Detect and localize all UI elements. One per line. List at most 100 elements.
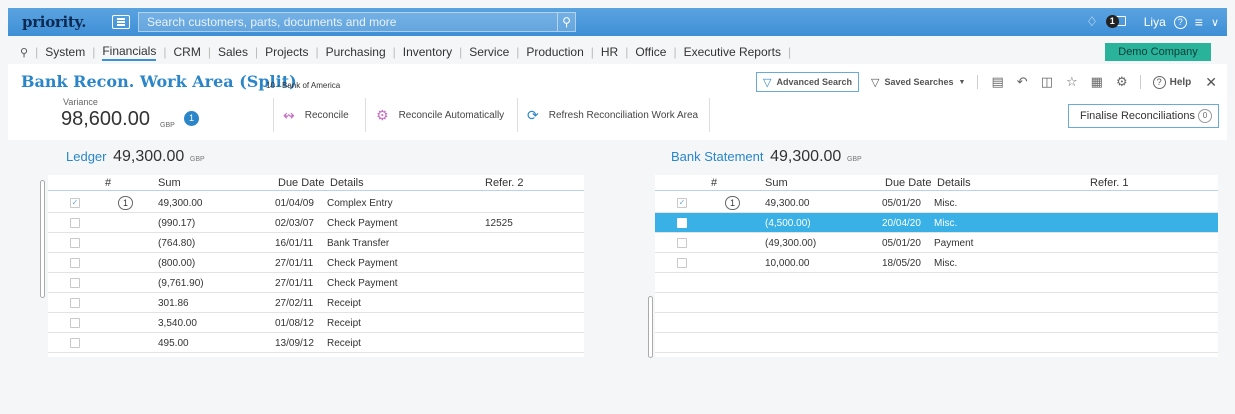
row-sum: (4,500.00) <box>765 218 811 229</box>
export-icon[interactable]: ▦ <box>1091 74 1103 90</box>
table-row[interactable]: (800.00) 27/01/11 Check Payment <box>48 253 584 273</box>
bell-icon[interactable]: ♢ <box>1086 14 1098 30</box>
row-sum: (800.00) <box>158 258 196 269</box>
table-row[interactable]: 3,540.00 01/08/12 Receipt <box>48 313 584 333</box>
saved-searches-button[interactable]: ▽ Saved Searches ▼ <box>871 76 965 89</box>
table-row[interactable]: 495.00 13/09/12 Receipt <box>48 333 584 353</box>
undo-icon[interactable]: ↶ <box>1017 74 1028 90</box>
reconcile-automatically-button[interactable]: ⚙ Reconcile Automatically <box>376 107 504 124</box>
contact-card-icon[interactable] <box>112 15 130 29</box>
table-row[interactable]: 301.86 27/02/11 Receipt <box>48 293 584 313</box>
bank-scrollbar[interactable] <box>648 296 653 358</box>
menu-item-financials[interactable]: Financials <box>102 44 157 61</box>
table-row[interactable] <box>655 273 1218 293</box>
row-due-date: 05/01/20 <box>882 238 921 249</box>
menu-search-icon[interactable]: ⚲ <box>20 46 28 59</box>
company-badge[interactable]: Demo Company <box>1105 43 1211 61</box>
bank-col-sum[interactable]: Sum <box>765 177 788 189</box>
row-checkbox[interactable] <box>70 218 80 228</box>
reconcile-button[interactable]: ↭ Reconcile <box>283 107 349 124</box>
menu-item-system[interactable]: System <box>45 45 85 59</box>
menu-item-crm[interactable]: CRM <box>173 45 200 59</box>
table-row[interactable] <box>48 353 584 357</box>
ledger-col-due-date[interactable]: Due Date <box>278 177 324 189</box>
menu-item-hr[interactable]: HR <box>601 45 618 59</box>
table-row[interactable] <box>655 293 1218 313</box>
table-row[interactable]: ✓ 1 49,300.00 05/01/20 Misc. <box>655 193 1218 213</box>
table-row[interactable] <box>655 353 1218 357</box>
table-row[interactable]: (990.17) 02/03/07 Check Payment 12525 <box>48 213 584 233</box>
close-icon[interactable]: ✕ <box>1205 74 1217 91</box>
menu-item-inventory[interactable]: Inventory <box>403 45 452 59</box>
ledger-scrollbar[interactable] <box>40 180 45 298</box>
report-icon[interactable]: ▤ <box>991 74 1003 90</box>
settings-icon[interactable]: ⚙ <box>1116 74 1128 90</box>
search-icon[interactable]: ⚲ <box>557 13 575 31</box>
row-sum: (49,300.00) <box>765 238 817 249</box>
row-due-date: 16/01/11 <box>275 238 314 249</box>
bank-col-due-date[interactable]: Due Date <box>885 177 931 189</box>
bank-table-header: # Sum Due Date Details Refer. 1 <box>655 175 1218 191</box>
row-checkbox[interactable] <box>70 338 80 348</box>
table-row[interactable]: (4,500.00) 20/04/20 Misc. <box>655 213 1218 233</box>
priority-logo[interactable]: priority. <box>22 13 122 31</box>
reconcile-label: Reconcile <box>304 110 349 121</box>
finalise-reconciliations-button[interactable]: Finalise Reconciliations 0 <box>1068 104 1219 128</box>
ledger-col-details[interactable]: Details <box>330 177 364 189</box>
row-match-number[interactable]: 1 <box>118 196 133 210</box>
refresh-work-area-button[interactable]: ⟳ Refresh Reconciliation Work Area <box>527 107 698 124</box>
table-row[interactable] <box>655 333 1218 353</box>
row-match-number[interactable]: 1 <box>725 196 740 210</box>
table-row[interactable]: 10,000.00 18/05/20 Misc. <box>655 253 1218 273</box>
row-checkbox[interactable] <box>677 218 687 228</box>
notifications-icon[interactable]: 1 <box>1105 14 1126 30</box>
menu-item-projects[interactable]: Projects <box>265 45 308 59</box>
row-sum: (764.80) <box>158 238 196 249</box>
ledger-amount: 49,300.00 <box>113 148 185 165</box>
help-button[interactable]: ? Help <box>1152 75 1191 89</box>
bank-col-refer1[interactable]: Refer. 1 <box>1090 177 1129 189</box>
row-checkbox[interactable] <box>70 298 80 308</box>
row-details: Check Payment <box>327 278 398 289</box>
row-details: Payment <box>934 238 974 249</box>
row-checkbox[interactable] <box>70 318 80 328</box>
bank-col-num[interactable]: # <box>711 177 717 189</box>
advanced-search-button[interactable]: ▽ Advanced Search <box>756 72 860 92</box>
row-checkbox[interactable] <box>70 238 80 248</box>
user-name[interactable]: Liya <box>1144 15 1166 29</box>
menu-item-purchasing[interactable]: Purchasing <box>326 45 386 59</box>
menu-item-production[interactable]: Production <box>526 45 583 59</box>
menu-item-service[interactable]: Service <box>469 45 509 59</box>
row-sum: 495.00 <box>158 338 189 349</box>
bank-col-details[interactable]: Details <box>937 177 971 189</box>
ledger-table: # Sum Due Date Details Refer. 2 ✓ 1 49,300… <box>48 175 584 357</box>
app-window: priority. ⚲ ♢ 1 Liya ? ≡ ∨ ⚲ | System | … <box>0 0 1235 414</box>
row-due-date: 05/01/20 <box>882 198 921 209</box>
table-row[interactable]: (764.80) 16/01/11 Bank Transfer <box>48 233 584 253</box>
row-details: Check Payment <box>327 218 398 229</box>
menu-item-office[interactable]: Office <box>635 45 666 59</box>
table-row[interactable]: (49,300.00) 05/01/20 Payment <box>655 233 1218 253</box>
ledger-col-num[interactable]: # <box>105 177 111 189</box>
row-checkbox[interactable] <box>70 278 80 288</box>
ledger-col-sum[interactable]: Sum <box>158 177 181 189</box>
star-icon[interactable]: ☆ <box>1066 74 1078 90</box>
global-search-input[interactable] <box>139 13 557 31</box>
menu-item-executive-reports[interactable]: Executive Reports <box>684 45 781 59</box>
menu-icon[interactable]: ≡ <box>1195 14 1203 30</box>
row-checkbox[interactable]: ✓ <box>70 198 80 208</box>
ledger-col-refer2[interactable]: Refer. 2 <box>485 177 524 189</box>
table-row[interactable]: (9,761.90) 27/01/11 Check Payment <box>48 273 584 293</box>
table-row[interactable] <box>655 313 1218 333</box>
row-checkbox[interactable]: ✓ <box>677 198 687 208</box>
row-checkbox[interactable] <box>677 238 687 248</box>
row-checkbox[interactable] <box>677 258 687 268</box>
trash-icon[interactable]: ◫ <box>1041 74 1053 90</box>
menu-item-sales[interactable]: Sales <box>218 45 248 59</box>
chevron-down-icon[interactable]: ∨ <box>1211 16 1219 29</box>
table-row[interactable]: ✓ 1 49,300.00 01/04/09 Complex Entry <box>48 193 584 213</box>
help-icon[interactable]: ? <box>1173 15 1187 29</box>
variance-value: 98,600.00 <box>61 108 150 130</box>
variance-badge[interactable]: 1 <box>184 111 199 126</box>
row-checkbox[interactable] <box>70 258 80 268</box>
